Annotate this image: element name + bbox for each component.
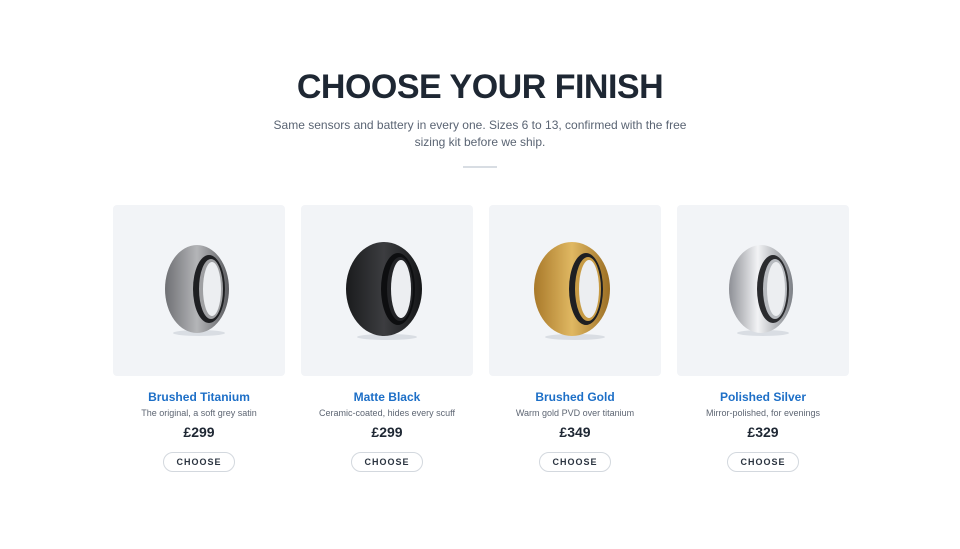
choose-button[interactable]: CHOOSE xyxy=(727,452,799,472)
product-price: £349 xyxy=(559,424,591,440)
product-price: £329 xyxy=(747,424,779,440)
product-price: £299 xyxy=(183,424,215,440)
product-image-brushed-titanium xyxy=(113,205,285,376)
product-image-polished-silver xyxy=(677,205,849,376)
product-card-polished-silver: Polished Silver Mirror-polished, for eve… xyxy=(677,205,849,472)
ring-image xyxy=(165,244,229,336)
product-card-brushed-titanium: Brushed Titanium The original, a soft gr… xyxy=(113,205,285,472)
product-name: Brushed Gold xyxy=(535,390,615,404)
product-image-brushed-gold xyxy=(489,205,661,376)
choose-button[interactable]: CHOOSE xyxy=(351,452,423,472)
product-grid: Brushed Titanium The original, a soft gr… xyxy=(113,205,849,472)
divider xyxy=(463,166,497,168)
product-card-matte-black: Matte Black Ceramic-coated, hides every … xyxy=(301,205,473,472)
product-name: Brushed Titanium xyxy=(148,390,250,404)
choose-button[interactable]: CHOOSE xyxy=(539,452,611,472)
ring-image xyxy=(346,241,422,340)
product-description: Mirror-polished, for evenings xyxy=(705,408,821,418)
product-description: Ceramic-coated, hides every scuff xyxy=(319,408,455,418)
ring-image xyxy=(534,241,610,340)
product-description: Warm gold PVD over titanium xyxy=(515,408,635,418)
product-name: Matte Black xyxy=(353,390,421,404)
page-title: CHOOSE YOUR FINISH xyxy=(296,68,664,106)
choose-button[interactable]: CHOOSE xyxy=(163,452,235,472)
product-description: The original, a soft grey satin xyxy=(141,408,257,418)
section-subtitle: Same sensors and battery in every one. S… xyxy=(273,118,687,149)
product-card-brushed-gold: Brushed Gold Warm gold PVD over titanium… xyxy=(489,205,661,472)
product-image-matte-black xyxy=(301,205,473,376)
product-name: Polished Silver xyxy=(719,390,807,404)
ring-image xyxy=(729,244,793,336)
finish-section: CHOOSE YOUR FINISH Same sensors and batt… xyxy=(0,0,960,549)
product-price: £299 xyxy=(371,424,403,440)
